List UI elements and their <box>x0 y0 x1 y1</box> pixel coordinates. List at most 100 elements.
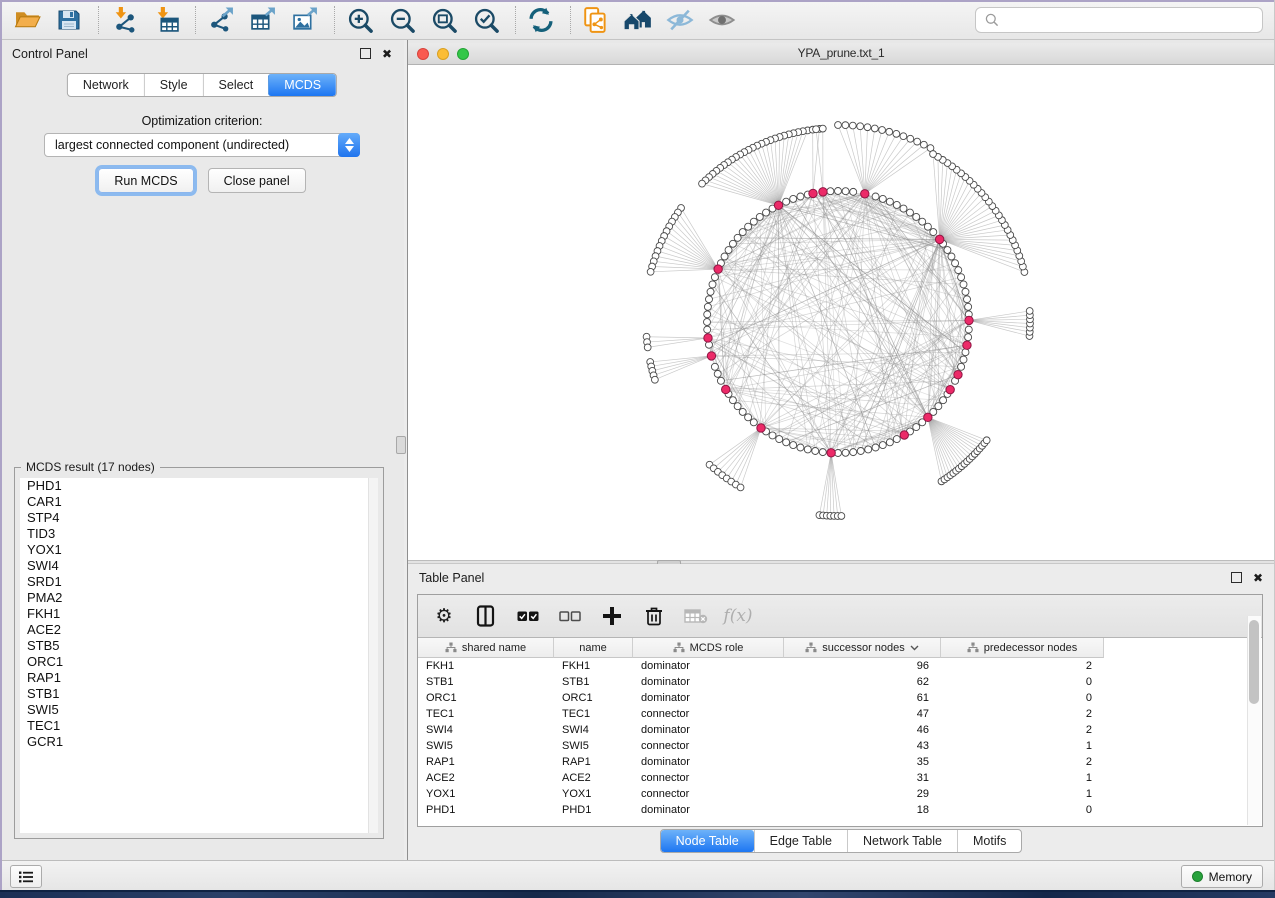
graph-node[interactable] <box>769 432 776 439</box>
select-all-icon[interactable] <box>516 604 540 628</box>
network-canvas[interactable] <box>407 65 1275 560</box>
graph-node[interactable] <box>704 319 711 326</box>
graph-node[interactable] <box>729 240 736 247</box>
float-panel-icon[interactable] <box>360 48 371 59</box>
zoom-out-icon[interactable] <box>387 5 417 35</box>
close-panel-button[interactable]: Close panel <box>208 168 306 193</box>
table-row[interactable]: TEC1TEC1connector472 <box>418 706 1248 722</box>
graph-leaf-node[interactable] <box>699 180 706 187</box>
result-item[interactable]: ACE2 <box>20 622 378 638</box>
graph-leaf-node[interactable] <box>907 135 914 142</box>
export-table-icon[interactable] <box>248 5 278 35</box>
graph-node[interactable] <box>955 267 962 274</box>
graph-node[interactable] <box>924 223 931 230</box>
graph-leaf-node[interactable] <box>930 151 937 158</box>
tab-network[interactable]: Network <box>68 74 144 96</box>
graph-node[interactable] <box>886 439 893 446</box>
graph-node[interactable] <box>714 370 721 377</box>
close-panel-icon[interactable]: ✖ <box>382 48 392 60</box>
graph-hub-node[interactable] <box>965 316 973 324</box>
close-panel-icon[interactable]: ✖ <box>1253 572 1263 584</box>
result-item[interactable]: STP4 <box>20 510 378 526</box>
tab-motifs[interactable]: Motifs <box>957 830 1021 852</box>
zoom-fit-icon[interactable] <box>429 5 459 35</box>
graph-node[interactable] <box>850 449 857 456</box>
graph-node[interactable] <box>812 448 819 455</box>
graph-hub-node[interactable] <box>924 413 932 421</box>
home-icon[interactable] <box>623 5 653 35</box>
tab-select[interactable]: Select <box>203 74 269 96</box>
result-list-scrollbar[interactable] <box>368 478 378 833</box>
graph-node[interactable] <box>756 213 763 220</box>
graph-node[interactable] <box>711 274 718 281</box>
table-row[interactable]: ACE2ACE2connector311 <box>418 770 1248 786</box>
result-item[interactable]: YOX1 <box>20 542 378 558</box>
graph-node[interactable] <box>725 247 732 254</box>
column-header[interactable]: predecessor nodes <box>941 638 1104 658</box>
graph-node[interactable] <box>797 193 804 200</box>
graph-leaf-node[interactable] <box>838 513 845 520</box>
graph-node[interactable] <box>900 205 907 212</box>
deselect-all-icon[interactable] <box>558 604 582 628</box>
show-columns-icon[interactable] <box>474 604 498 628</box>
graph-node[interactable] <box>790 195 797 202</box>
export-image-icon[interactable] <box>290 5 320 35</box>
graph-node[interactable] <box>960 356 967 363</box>
graph-node[interactable] <box>835 188 842 195</box>
table-row[interactable]: ORC1ORC1dominator610 <box>418 690 1248 706</box>
graph-node[interactable] <box>952 260 959 267</box>
graph-leaf-node[interactable] <box>914 138 921 145</box>
import-network-icon[interactable] <box>109 5 139 35</box>
graph-leaf-node[interactable] <box>920 141 927 148</box>
graph-hub-node[interactable] <box>935 235 943 243</box>
graph-node[interactable] <box>872 444 879 451</box>
column-header[interactable]: MCDS role <box>633 638 784 658</box>
graph-leaf-node[interactable] <box>849 122 856 129</box>
graph-hub-node[interactable] <box>707 352 715 360</box>
result-item[interactable]: STB1 <box>20 686 378 702</box>
column-header[interactable]: name <box>554 638 633 658</box>
graph-hub-node[interactable] <box>861 190 869 198</box>
search-field[interactable] <box>975 7 1263 33</box>
graph-node[interactable] <box>944 247 951 254</box>
clone-network-icon[interactable] <box>581 5 611 35</box>
graph-node[interactable] <box>913 424 920 431</box>
graph-leaf-node[interactable] <box>819 125 826 132</box>
graph-node[interactable] <box>745 414 752 421</box>
graph-node[interactable] <box>707 288 714 295</box>
column-header[interactable]: successor nodes <box>784 638 941 658</box>
graph-node[interactable] <box>965 303 972 310</box>
graph-hub-node[interactable] <box>809 189 817 197</box>
graph-hub-node[interactable] <box>946 385 954 393</box>
graph-leaf-node[interactable] <box>737 484 744 491</box>
task-history-button[interactable] <box>10 865 42 888</box>
run-mcds-button[interactable]: Run MCDS <box>98 168 193 193</box>
table-row[interactable]: FKH1FKH1dominator962 <box>418 658 1248 674</box>
hide-selected-icon[interactable] <box>665 5 695 35</box>
graph-hub-node[interactable] <box>963 341 971 349</box>
graph-node[interactable] <box>776 436 783 443</box>
memory-button[interactable]: Memory <box>1181 865 1263 888</box>
result-item[interactable]: TEC1 <box>20 718 378 734</box>
graph-node[interactable] <box>965 326 972 333</box>
table-row[interactable]: SWI4SWI4dominator462 <box>418 722 1248 738</box>
graph-node[interactable] <box>790 442 797 449</box>
graph-node[interactable] <box>965 334 972 341</box>
table-scrollbar-thumb[interactable] <box>1249 620 1259 704</box>
optimization-criterion-select[interactable]: largest connected component (undirected) <box>44 133 360 157</box>
graph-node[interactable] <box>717 377 724 384</box>
graph-node[interactable] <box>962 288 969 295</box>
graph-hub-node[interactable] <box>900 431 908 439</box>
graph-hub-node[interactable] <box>827 449 835 457</box>
graph-node[interactable] <box>704 311 711 318</box>
graph-node[interactable] <box>865 446 872 453</box>
search-input[interactable] <box>1006 12 1262 28</box>
graph-node[interactable] <box>948 253 955 260</box>
tab-style[interactable]: Style <box>144 74 203 96</box>
tab-edge-table[interactable]: Edge Table <box>754 830 847 852</box>
graph-leaf-node[interactable] <box>813 126 820 133</box>
result-item[interactable]: ORC1 <box>20 654 378 670</box>
result-item[interactable]: CAR1 <box>20 494 378 510</box>
result-item[interactable]: GCR1 <box>20 734 378 750</box>
result-item[interactable]: STB5 <box>20 638 378 654</box>
